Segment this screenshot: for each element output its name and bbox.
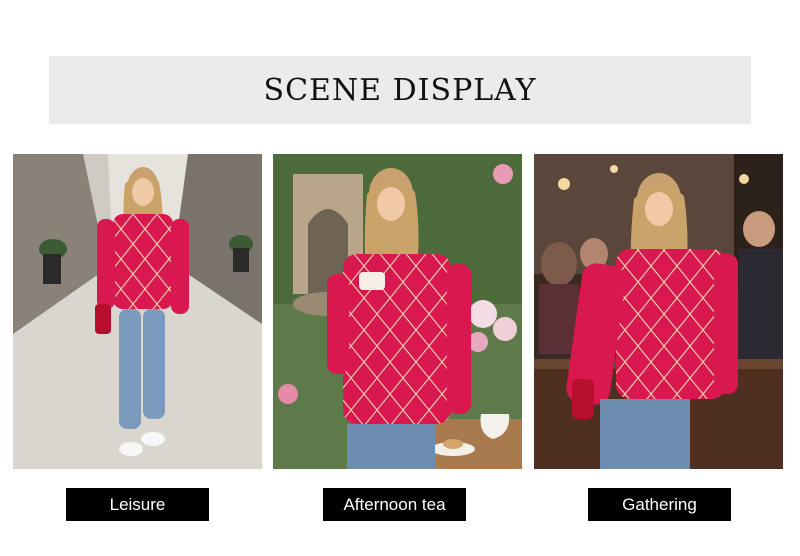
caption-afternoon-tea: Afternoon tea (323, 488, 466, 521)
scene-image-afternoon-tea (273, 154, 522, 469)
scene-image-gathering (534, 154, 783, 469)
scene-image-leisure (13, 154, 262, 469)
title-banner: SCENE DISPLAY (49, 56, 751, 124)
caption-gathering: Gathering (588, 488, 731, 521)
page-title: SCENE DISPLAY (263, 72, 537, 108)
caption-leisure: Leisure (66, 488, 209, 521)
